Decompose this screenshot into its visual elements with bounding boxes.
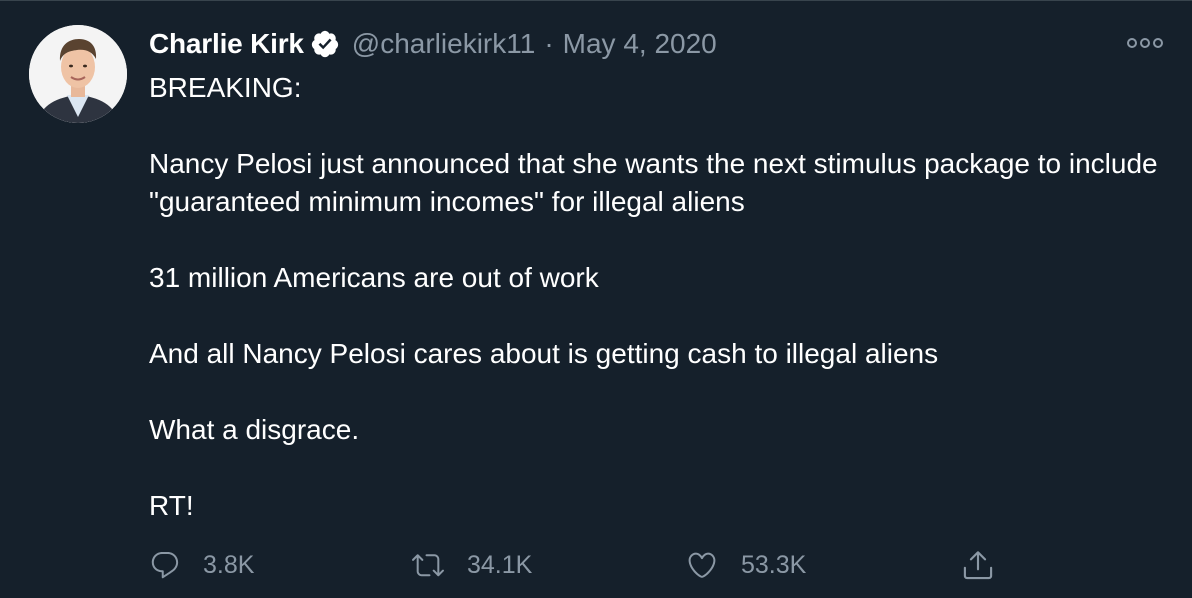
tweet-paragraph-3: And all Nancy Pelosi cares about is gett…	[149, 338, 939, 369]
like-button[interactable]: 53.3K	[685, 545, 806, 585]
retweet-button[interactable]: 34.1K	[411, 545, 532, 585]
author-handle[interactable]: @charliekirk11	[352, 28, 536, 60]
tweet-card[interactable]: Charlie Kirk @charliekirk11 · May 4, 202…	[0, 0, 1192, 598]
author-name[interactable]: Charlie Kirk	[149, 28, 304, 60]
tweet-paragraph-2: 31 million Americans are out of work	[149, 262, 599, 293]
like-count: 53.3K	[741, 550, 807, 579]
share-button[interactable]	[961, 545, 995, 585]
tweet-paragraph-4: What a disgrace.	[149, 414, 360, 445]
avatar-image	[29, 25, 127, 123]
tweet-header: Charlie Kirk @charliekirk11 · May 4, 202…	[149, 25, 1159, 63]
reply-icon	[149, 549, 181, 581]
tweet-text: BREAKING: Nancy Pelosi just announced th…	[149, 69, 1169, 525]
tweet-line-breaking: BREAKING:	[149, 72, 302, 103]
tweet-header-area: Charlie Kirk @charliekirk11 · May 4, 202…	[149, 25, 1159, 63]
verified-badge-icon	[310, 29, 340, 59]
reply-count: 3.8K	[203, 550, 255, 579]
more-options-icon[interactable]	[1126, 31, 1166, 55]
tweet-actions: 3.8K 34.1K 53.3K	[149, 545, 1049, 585]
header-separator: ·	[544, 28, 554, 59]
avatar[interactable]	[29, 25, 127, 123]
retweet-icon	[411, 549, 445, 581]
share-icon	[961, 548, 995, 582]
tweet-date[interactable]: May 4, 2020	[563, 28, 717, 60]
heart-icon	[685, 549, 719, 581]
tweet-paragraph-5: RT!	[149, 490, 194, 521]
retweet-count: 34.1K	[467, 550, 533, 579]
reply-button[interactable]: 3.8K	[149, 545, 254, 585]
tweet-paragraph-1: Nancy Pelosi just announced that she wan…	[149, 148, 1158, 217]
